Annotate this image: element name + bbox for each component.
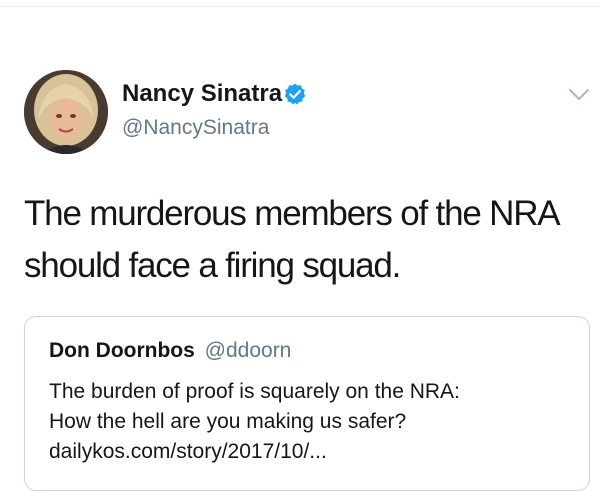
quoted-tweet-link[interactable]: dailykos.com/story/2017/10/... <box>49 437 579 467</box>
quoted-tweet-line: The burden of proof is squarely on the N… <box>49 380 460 403</box>
chevron-down-icon[interactable] <box>568 88 590 102</box>
quoted-tweet-line: How the hell are you making us safer? <box>49 410 407 433</box>
quoted-tweet-text: The burden of proof is squarely on the N… <box>49 377 579 467</box>
author-name[interactable]: Nancy Sinatra <box>122 80 282 108</box>
quoted-author-name: Don Doornbos <box>49 339 195 362</box>
quoted-tweet-card[interactable]: Don Doornbos @ddoorn The burden of proof… <box>24 316 590 491</box>
quoted-author-handle: @ddoorn <box>204 339 292 362</box>
avatar-image <box>24 70 108 154</box>
quoted-tweet-header: Don Doornbos @ddoorn <box>49 339 291 363</box>
author-handle[interactable]: @NancySinatra <box>122 116 269 140</box>
tweet-text: The murderous members of the NRA should … <box>24 194 559 285</box>
top-divider <box>0 6 599 7</box>
avatar[interactable] <box>24 70 108 154</box>
verified-badge-icon <box>284 83 306 105</box>
